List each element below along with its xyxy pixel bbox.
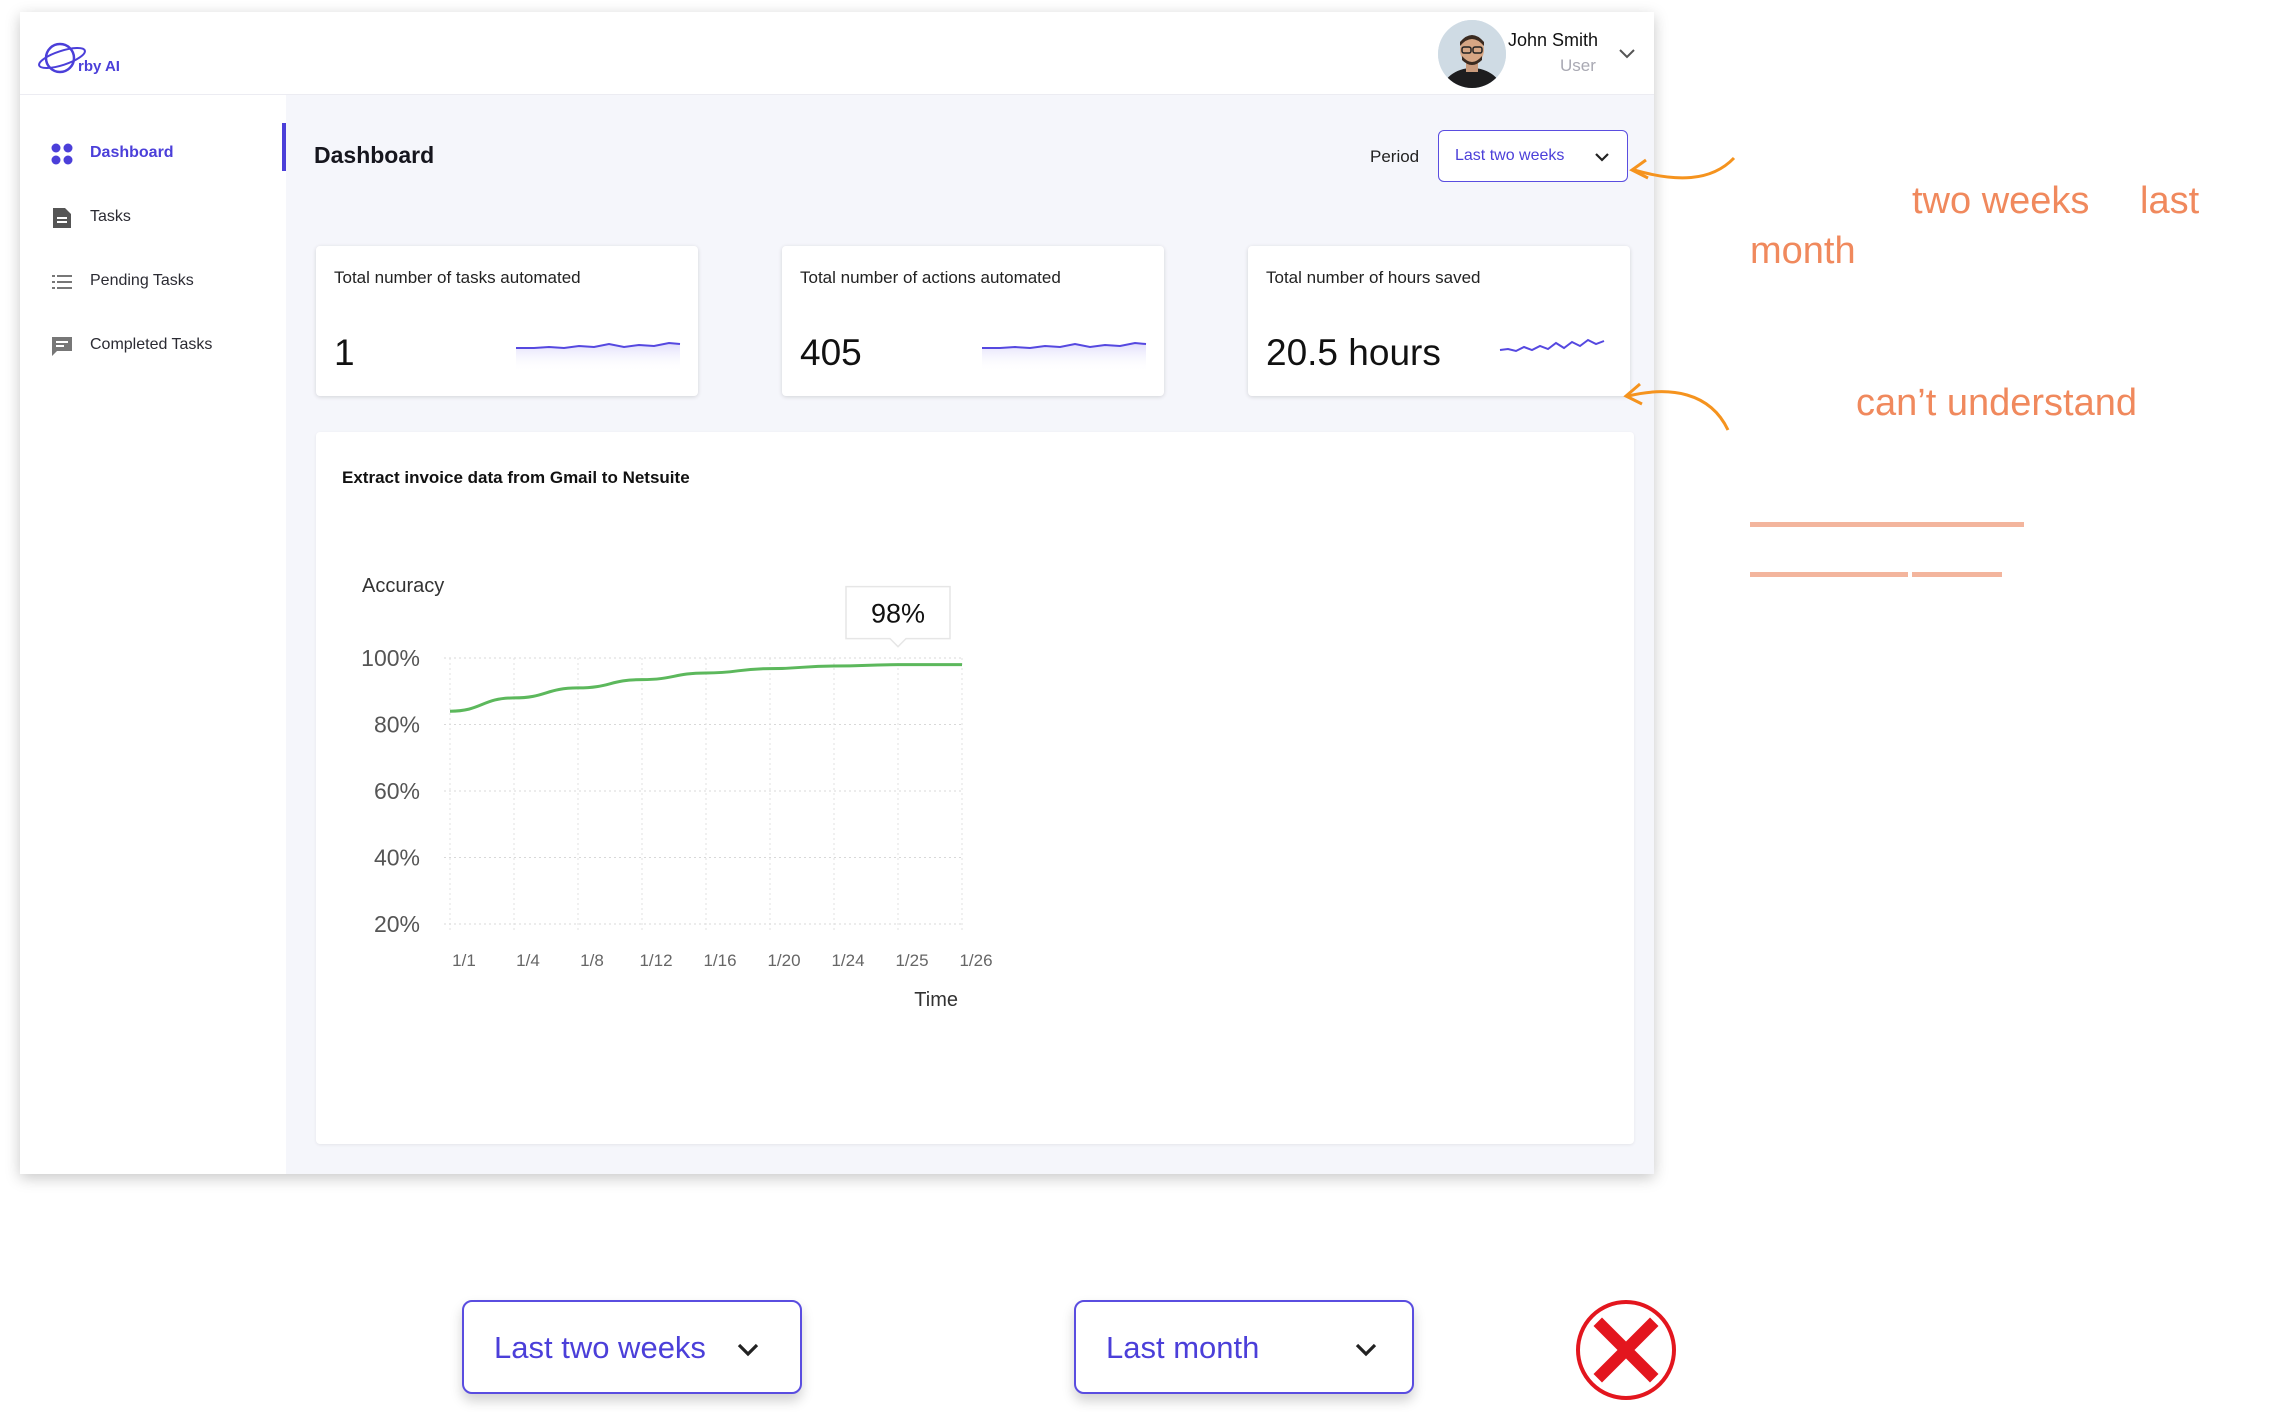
chevron-down-icon[interactable] <box>1616 42 1638 64</box>
note-month: month <box>1750 230 1856 272</box>
sidebar-item-tasks[interactable]: Tasks <box>50 203 270 233</box>
option-label: Last two weeks <box>494 1330 706 1365</box>
x-axis-label: Time <box>914 989 958 1011</box>
sidebar-item-label: Pending Tasks <box>90 272 194 289</box>
kpi-card-actions: Total number of actions automated 405 <box>782 246 1164 396</box>
y-tick-label: 20% <box>374 911 420 937</box>
sidebar-item-dashboard[interactable]: Dashboard <box>50 139 270 169</box>
document-icon <box>53 208 71 228</box>
accuracy-line-chart: 100% 80% 60% 40% 20% 1/1 1/4 1/8 1/12 1/16 1/20 1/2… <box>361 575 992 1011</box>
kpi-card-tasks: Total number of tasks automated 1 <box>316 246 698 396</box>
grid-icon <box>51 143 73 165</box>
sidebar: Dashboard Tasks Pending Tasks Completed … <box>20 95 286 1174</box>
avatar[interactable] <box>1438 20 1506 88</box>
y-tick-label: 100% <box>361 645 420 671</box>
period-select-value: Last two weeks <box>1455 147 1565 164</box>
logo-text: rby AI <box>78 58 120 75</box>
redacted-line <box>1750 522 2024 527</box>
top-bar: rby AI John Smith User <box>20 12 1654 95</box>
x-tick-label: 1/8 <box>580 951 604 970</box>
logo[interactable]: rby AI <box>36 28 136 78</box>
arrow-to-period-icon <box>1629 156 1736 180</box>
y-axis-label: Accuracy <box>362 575 444 597</box>
user-role: User <box>1560 56 1596 75</box>
chevron-down-icon <box>737 1343 759 1357</box>
kpi-title: Total number of actions automated <box>800 268 1061 287</box>
note-cant-understand: can’t understand <box>1856 382 2137 424</box>
x-tick-label: 1/26 <box>959 951 992 970</box>
arrow-to-hours-icon <box>1623 382 1730 431</box>
kpi-value: 1 <box>334 332 355 373</box>
x-tick-label: 1/24 <box>831 951 864 970</box>
user-name: John Smith <box>1508 30 1599 50</box>
x-tick-label: 1/20 <box>767 951 800 970</box>
chevron-down-icon <box>1355 1343 1377 1357</box>
option-label: Last month <box>1106 1330 1260 1365</box>
y-tick-label: 80% <box>374 712 420 738</box>
x-tick-label: 1/16 <box>703 951 736 970</box>
y-tick-label: 60% <box>374 778 420 804</box>
x-tick-label: 1/1 <box>452 951 476 970</box>
user-photo-icon <box>1438 20 1506 88</box>
sparkline <box>1499 338 1605 353</box>
sidebar-item-label: Tasks <box>90 208 131 225</box>
x-tick-label: 1/25 <box>895 951 928 970</box>
active-indicator <box>282 123 286 171</box>
kpi-value: 405 <box>800 332 862 373</box>
note-two-weeks: two weeks <box>1912 180 2090 222</box>
option-last-month[interactable]: Last month <box>1074 1300 1414 1394</box>
accuracy-chart-card: Extract invoice data from Gmail to Netsu… <box>316 432 1634 1144</box>
x-tick-label: 1/4 <box>516 951 540 970</box>
x-tick-label: 1/12 <box>639 951 672 970</box>
sidebar-item-label: Completed Tasks <box>90 336 213 353</box>
note-last: last <box>2140 180 2200 222</box>
kpi-title: Total number of tasks automated <box>334 268 581 287</box>
period-label: Period <box>1370 147 1420 166</box>
kpi-value: 20.5 hours <box>1266 332 1441 373</box>
period-select[interactable]: Last two weeks <box>1438 130 1628 182</box>
redacted-line <box>1750 572 1908 577</box>
option-last-two-weeks[interactable]: Last two weeks <box>462 1300 802 1394</box>
tooltip-value: 98% <box>871 599 925 629</box>
kpi-title: Total number of hours saved <box>1266 268 1481 287</box>
sidebar-item-label: Dashboard <box>90 144 174 161</box>
reject-x-icon <box>1576 1300 1676 1400</box>
page-title: Dashboard <box>314 142 435 168</box>
y-tick-label: 40% <box>374 845 420 871</box>
chevron-down-icon <box>1595 153 1609 162</box>
kpi-card-hours: Total number of hours saved 20.5 hours <box>1248 246 1630 396</box>
message-icon <box>52 337 72 356</box>
list-icon <box>52 275 72 289</box>
sparkline <box>982 341 1147 372</box>
sidebar-item-completed-tasks[interactable]: Completed Tasks <box>50 331 270 361</box>
sparkline <box>516 341 681 372</box>
sidebar-item-pending-tasks[interactable]: Pending Tasks <box>50 267 270 297</box>
app-window: rby AI John Smith User Dashboard Tasks P… <box>20 12 1654 1174</box>
redacted-line <box>1912 572 2002 577</box>
